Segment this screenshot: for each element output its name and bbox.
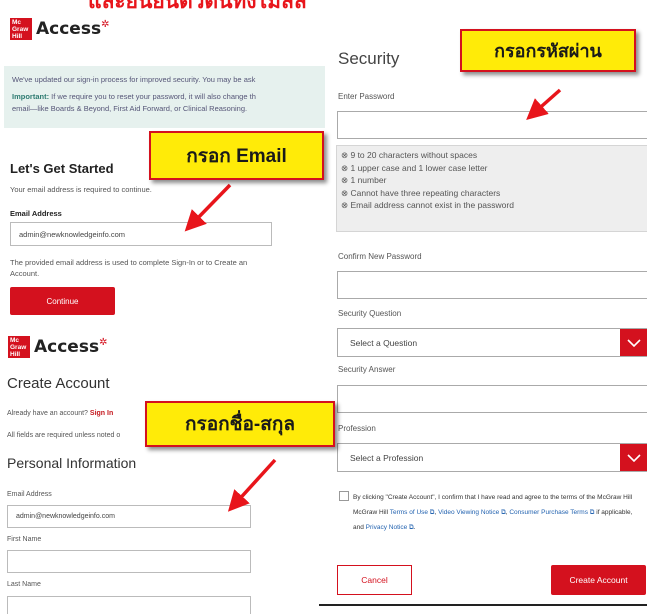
email-arrow <box>184 183 232 232</box>
annotation-arrows <box>184 88 562 512</box>
email-callout: กรอก Email <box>149 131 324 180</box>
password-arrow <box>526 88 562 120</box>
name-callout: กรอกชื่อ-สกุล <box>145 401 335 447</box>
password-callout: กรอกรหัสผ่าน <box>460 29 636 72</box>
name-arrow <box>227 458 277 512</box>
